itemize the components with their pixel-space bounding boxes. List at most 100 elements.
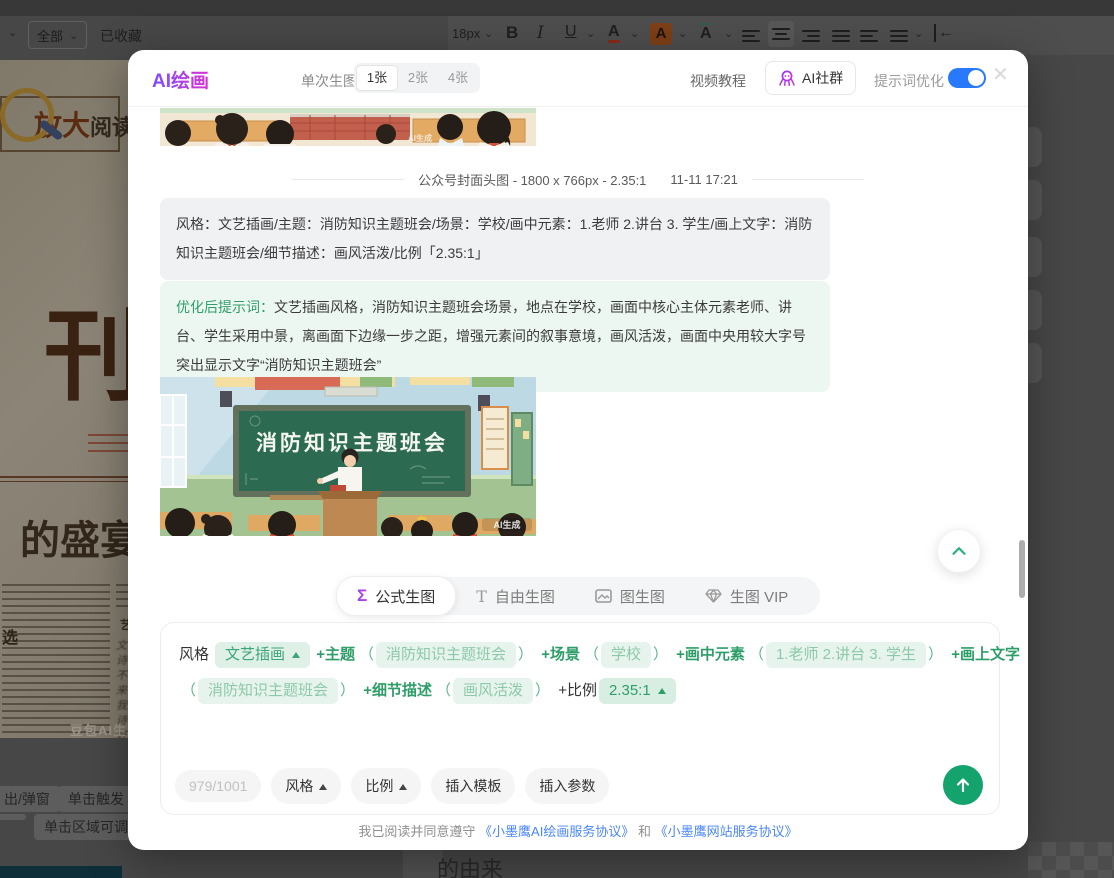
tab-formula-generate[interactable]: Σ 公式生图 [336, 576, 457, 616]
tab-image-to-image[interactable]: 图生图 [575, 577, 685, 615]
bottom-teal-bar [0, 866, 122, 878]
ai-community-label: AI社群 [802, 70, 844, 86]
chevron-down-icon[interactable]: ⌄ [724, 27, 733, 40]
formula-row-2: （消防知识主题班会） +细节描述（画风活泼） +比例 2.35:1 [179, 673, 981, 709]
transparency-checker [1028, 842, 1114, 878]
close-icon[interactable]: ✕ [992, 65, 1009, 85]
chevron-down-icon[interactable]: ⌄ [586, 27, 595, 40]
underline-button[interactable]: U [565, 23, 577, 41]
italic-button[interactable]: I [537, 23, 544, 43]
align-justify-icon[interactable] [832, 27, 850, 45]
article-text-column [2, 584, 110, 736]
segment-value[interactable]: 消防知识主题班会 [375, 642, 516, 669]
agreement-footer: 我已阅读并同意遵守 《小墨鹰AI绘画服务协议》 和 《小墨鹰网站服务协议》 [358, 824, 798, 839]
triangle-up-icon [319, 784, 328, 790]
tab-free-generate[interactable]: T 自由生图 [456, 577, 575, 615]
segment-label: +主题 [316, 646, 355, 663]
font-size-select[interactable]: 18px [452, 26, 480, 41]
align-center-icon[interactable] [768, 21, 794, 47]
align-left-icon[interactable] [742, 27, 760, 45]
cut-button[interactable] [0, 814, 26, 820]
formula-row-1: 风格 文艺插画 +主题（消防知识主题班会） +场景（学校） +画中元素（1.老师 … [179, 637, 1020, 673]
text-icon: T [476, 586, 487, 606]
chevron-down-icon[interactable]: ⌄ [484, 27, 493, 40]
scroll-top-button[interactable] [937, 529, 981, 573]
generation-mode-tabs: Σ 公式生图 T 自由生图 图生图 生图 VIP [336, 576, 820, 616]
modal-scrollbar[interactable] [1019, 540, 1025, 598]
segment-label: +场景 [541, 646, 580, 663]
insert-param-button[interactable]: 插入参数 [525, 768, 610, 804]
chevron-down-icon[interactable]: ⌄ [678, 27, 687, 40]
ratio-value-dropdown[interactable]: 2.35:1 [598, 678, 676, 705]
sigma-icon: Σ [357, 586, 368, 605]
tab-vip-generate[interactable]: 生图 VIP [685, 577, 808, 615]
letter-spacing-button[interactable]: A [700, 23, 712, 43]
segment-label: +细节描述 [363, 682, 432, 699]
sidebar-button[interactable] [1028, 180, 1042, 220]
indent-icon[interactable] [860, 27, 878, 45]
chevron-down-icon[interactable]: ⌄ [8, 26, 17, 39]
segment-value[interactable]: 1.老师 2.讲台 3. 学生 [765, 642, 926, 669]
sidebar-button[interactable] [1028, 237, 1042, 277]
prompt-block: 风格：文艺插画/主题：消防知识主题班会/场景：学校/画中元素：1.老师 2.讲台… [160, 198, 830, 280]
triangle-up-icon [399, 784, 408, 790]
char-counter: 979/1001 [175, 770, 262, 802]
sidebar-button[interactable] [1028, 127, 1042, 167]
click-area-button[interactable]: 单击区域可调 [34, 814, 138, 840]
formula-expression: 风格 文艺插画 +主题（消防知识主题班会） +场景（学校） +画中元素（1.老师 … [161, 623, 1020, 709]
formula-editor[interactable]: 风格 文艺插画 +主题（消防知识主题班会） +场景（学校） +画中元素（1.老师 … [160, 622, 1020, 815]
divider [292, 179, 405, 180]
favorites-tab[interactable]: 已收藏 [100, 26, 142, 46]
style-value-dropdown[interactable]: 文艺插画 [215, 642, 311, 669]
batch-option-4[interactable]: 4张 [438, 66, 478, 90]
previous-generated-image[interactable]: AI生成 [160, 108, 536, 146]
segment-value[interactable]: 学校 [600, 642, 651, 669]
sidebar-button[interactable] [1028, 343, 1042, 383]
font-color-button[interactable]: A [608, 23, 620, 43]
modal-header: AI绘画 单次生图 1张 2张 4张 视频教程 AI社群 提示词优化 ✕ [128, 50, 1028, 107]
video-tutorial-link[interactable]: 视频教程 [690, 71, 746, 91]
batch-option-2[interactable]: 2张 [398, 66, 438, 90]
highlight-color-button[interactable]: A [650, 23, 672, 45]
formula-toolbar: 979/1001 风格 比例 插入模板 插入参数 [175, 768, 610, 804]
agreement-text: 我已阅读并同意遵守 [358, 824, 480, 839]
ai-community-button[interactable]: AI社群 [765, 61, 857, 95]
image-timestamp: 11-11 17:21 [670, 172, 738, 187]
chevron-down-icon[interactable]: ⌄ [630, 27, 639, 40]
exit-fullscreen-icon[interactable]: ← [934, 24, 954, 42]
drawing-agreement-link[interactable]: 《小墨鹰AI绘画服务协议》 [479, 824, 634, 839]
insert-template-button[interactable]: 插入模板 [431, 768, 516, 804]
site-agreement-link[interactable]: 《小墨鹰网站服务协议》 [655, 824, 798, 839]
sidebar-button[interactable] [1028, 290, 1042, 330]
segment-value[interactable]: 消防知识主题班会 [198, 678, 339, 705]
document-title-fragment: 的由来 [437, 857, 504, 878]
generate-submit-button[interactable] [943, 765, 983, 805]
image-caption-row: 公众号封面头图 - 1800 x 766px - 2.35:1 11-11 17… [128, 170, 1028, 189]
gem-icon [705, 589, 722, 603]
bold-button[interactable]: B [506, 23, 518, 43]
line-height-icon[interactable] [890, 27, 908, 45]
section-label: 选 [2, 630, 19, 647]
chevron-up-icon [952, 547, 966, 555]
batch-option-1[interactable]: 1张 [356, 65, 398, 91]
segment-label: +画中元素 [676, 646, 745, 663]
ai-drawing-modal: AI绘画 单次生图 1张 2张 4张 视频教程 AI社群 提示词优化 ✕ AI生… [128, 50, 1028, 850]
screen: ⌄ 全部 ⌄ 已收藏 18px ⌄ B I U ⌄ A ⌄ A ⌄ A ⌄ ⌄ … [0, 0, 1114, 878]
triangle-up-icon [292, 652, 301, 659]
prompt-optimize-toggle[interactable] [948, 68, 986, 88]
segment-value[interactable]: 画风活泼 [453, 678, 534, 705]
align-right-icon[interactable] [802, 27, 820, 45]
filter-all-dropdown[interactable]: 全部 ⌄ [28, 21, 88, 49]
svg-text:AI生成: AI生成 [493, 519, 520, 530]
ratio-dropdown-button[interactable]: 比例 [351, 768, 422, 804]
modal-title: AI绘画 [152, 66, 209, 93]
style-dropdown-button[interactable]: 风格 [271, 768, 342, 804]
segment-label: +画上文字 [951, 646, 1020, 663]
generated-image[interactable]: 消防知识主题班会 AI生成 [160, 377, 536, 536]
browser-top-strip [0, 0, 1114, 16]
article-title: 的盛宴 [20, 517, 140, 564]
chevron-down-icon[interactable]: ⌄ [914, 27, 923, 40]
svg-text:AI生成: AI生成 [408, 133, 432, 143]
click-trigger-button[interactable]: 单击触发 [58, 786, 134, 812]
popup-button[interactable]: 出/弹窗 [0, 786, 60, 812]
